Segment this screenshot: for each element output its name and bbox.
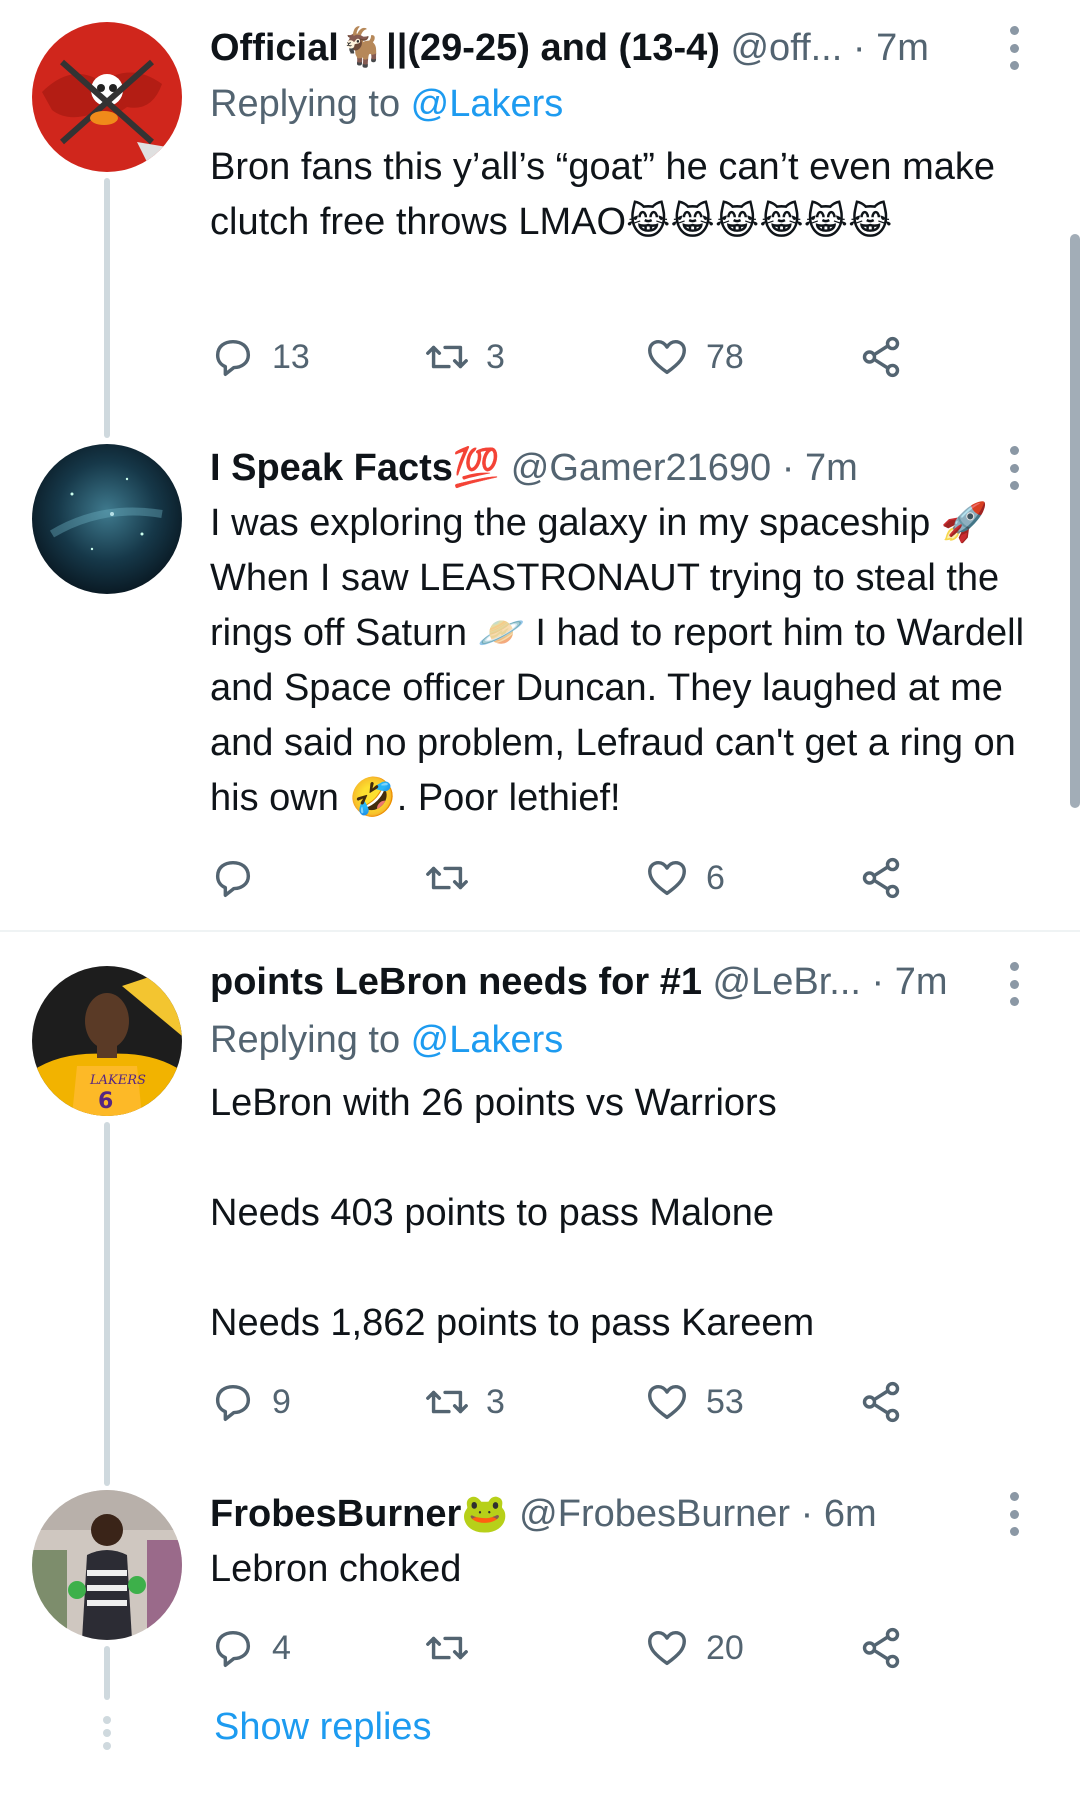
reply-icon: [215, 860, 251, 897]
store-photo-avatar-image: [32, 1490, 182, 1640]
share-icon: [862, 857, 900, 899]
tweet-header: I Speak Facts💯 @Gamer21690 · 7m: [210, 444, 1020, 492]
like-count: 20: [706, 1628, 744, 1667]
tweet-actions: 4 20: [210, 1618, 930, 1678]
tweet-text: Lebron choked: [210, 1548, 462, 1590]
more-icon[interactable]: [1002, 962, 1026, 1006]
retweet-icon: [426, 866, 468, 890]
retweet-count: 3: [486, 337, 505, 376]
reply-button[interactable]: [210, 848, 272, 908]
like-count: 53: [706, 1382, 744, 1421]
tweet-text: I was exploring the galaxy in my spacesh…: [210, 502, 1035, 819]
tweet-text: LeBron with 26 points vs Warriors Needs …: [210, 1082, 815, 1344]
more-icon[interactable]: [1002, 1492, 1026, 1536]
like-button[interactable]: 53: [644, 1372, 744, 1432]
like-count: 78: [706, 337, 744, 376]
retweet-button[interactable]: 3: [424, 1372, 505, 1432]
retweet-icon: [426, 345, 468, 369]
separator-dot: ·: [842, 27, 877, 69]
reply-button[interactable]: 13: [210, 327, 310, 387]
share-button[interactable]: [858, 1372, 904, 1432]
display-name[interactable]: I Speak Facts💯: [210, 447, 500, 489]
retweet-button[interactable]: [424, 848, 486, 908]
share-icon: [862, 1381, 900, 1423]
scrollbar[interactable]: [1070, 234, 1080, 808]
retweet-icon: [426, 1636, 468, 1660]
thread-line: [104, 1122, 110, 1486]
share-button[interactable]: [858, 1618, 904, 1678]
mention-link[interactable]: @Lakers: [411, 83, 564, 125]
display-name[interactable]: points LeBron needs for #1: [210, 961, 702, 1003]
reply-icon: [215, 1630, 251, 1667]
reply-icon: [215, 1384, 251, 1421]
reply-button[interactable]: 9: [210, 1372, 291, 1432]
tweet-header: FrobesBurner🐸 @FrobesBurner · 6m: [210, 1490, 1020, 1538]
like-icon: [648, 860, 686, 896]
tweet-actions: 13 3 78: [210, 327, 930, 387]
avatar[interactable]: [32, 22, 182, 172]
share-button[interactable]: [858, 327, 904, 387]
reply-count: 4: [272, 1628, 291, 1667]
timestamp[interactable]: 7m: [876, 27, 929, 69]
timestamp[interactable]: 7m: [805, 447, 858, 489]
thread-line: [104, 1646, 110, 1700]
retweet-count: 3: [486, 1382, 505, 1421]
lebron-avatar-image: LAKERS 6: [32, 966, 182, 1116]
divider: [0, 930, 1080, 932]
replying-prefix: Replying to: [210, 83, 411, 125]
user-handle[interactable]: @FrobesBurner: [519, 1493, 790, 1535]
mention-link[interactable]: @Lakers: [411, 1019, 564, 1061]
show-replies-link[interactable]: Show replies: [214, 1706, 432, 1749]
retweet-button[interactable]: [424, 1618, 486, 1678]
svg-text:6: 6: [98, 1089, 113, 1114]
like-icon: [648, 1630, 686, 1666]
more-icon[interactable]: [1002, 26, 1026, 70]
display-name[interactable]: FrobesBurner🐸: [210, 1493, 509, 1535]
retweet-button[interactable]: 3: [424, 327, 505, 387]
thread-line: [104, 178, 110, 438]
like-count: 6: [706, 858, 725, 897]
timestamp[interactable]: 6m: [824, 1493, 877, 1535]
like-button[interactable]: 6: [644, 848, 725, 908]
separator-dot: ·: [860, 961, 895, 1003]
separator-dot: ·: [790, 1493, 824, 1535]
reply-count: 9: [272, 1382, 291, 1421]
svg-text:LAKERS: LAKERS: [89, 1073, 146, 1088]
tweet-actions: 6: [210, 848, 930, 908]
avatar[interactable]: [32, 444, 182, 594]
tweet-header: points LeBron needs for #1 @LeBr... · 7m: [210, 958, 1020, 1006]
separator-dot: ·: [771, 447, 805, 489]
like-icon: [648, 339, 686, 375]
like-icon: [648, 1384, 686, 1420]
display-name[interactable]: Official🐐||(29-25) and (13-4): [210, 27, 720, 69]
timestamp[interactable]: 7m: [895, 961, 948, 1003]
tweet-text: Bron fans this y’all’s “goat” he can’t e…: [210, 146, 1006, 243]
user-handle[interactable]: @LeBr...: [713, 961, 861, 1003]
replying-prefix: Replying to: [210, 1019, 411, 1061]
avatar[interactable]: LAKERS 6: [32, 966, 182, 1116]
reply-button[interactable]: 4: [210, 1618, 291, 1678]
galaxy-avatar-image: [32, 444, 182, 594]
reply-icon: [215, 339, 251, 376]
avatar[interactable]: [32, 1490, 182, 1640]
share-icon: [862, 336, 900, 378]
replying-to: Replying to @Lakers: [210, 1016, 563, 1064]
share-icon: [862, 1627, 900, 1669]
more-icon[interactable]: [1002, 446, 1026, 490]
retweet-icon: [426, 1390, 468, 1414]
thread-dots-icon: [103, 1716, 111, 1750]
buccaneers-flag-avatar-image: [32, 22, 182, 172]
replying-to: Replying to @Lakers: [210, 80, 563, 128]
user-handle[interactable]: @Gamer21690: [511, 447, 771, 489]
share-button[interactable]: [858, 848, 904, 908]
tweet-header: Official🐐||(29-25) and (13-4) @off... · …: [210, 24, 1020, 72]
tweet-actions: 9 3 53: [210, 1372, 930, 1432]
like-button[interactable]: 20: [644, 1618, 744, 1678]
user-handle[interactable]: @off...: [730, 27, 842, 69]
like-button[interactable]: 78: [644, 327, 744, 387]
reply-count: 13: [272, 337, 310, 376]
